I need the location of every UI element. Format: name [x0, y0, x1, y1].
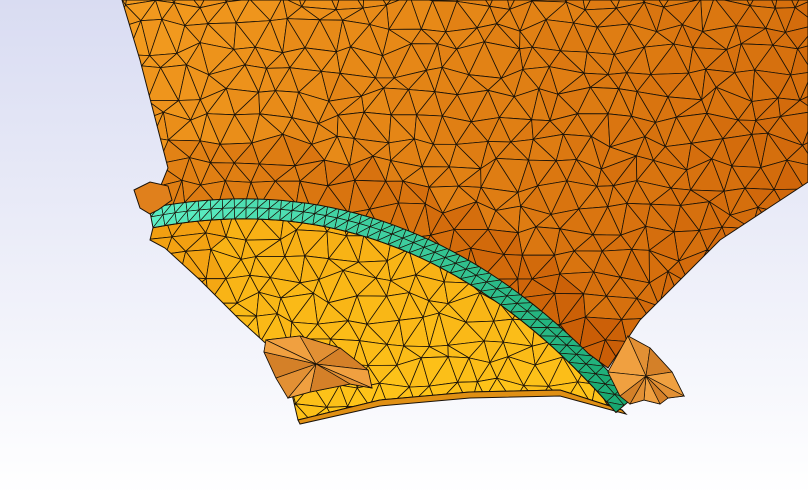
graphics-viewport[interactable] — [0, 0, 808, 495]
mesh-scene[interactable] — [0, 0, 808, 495]
